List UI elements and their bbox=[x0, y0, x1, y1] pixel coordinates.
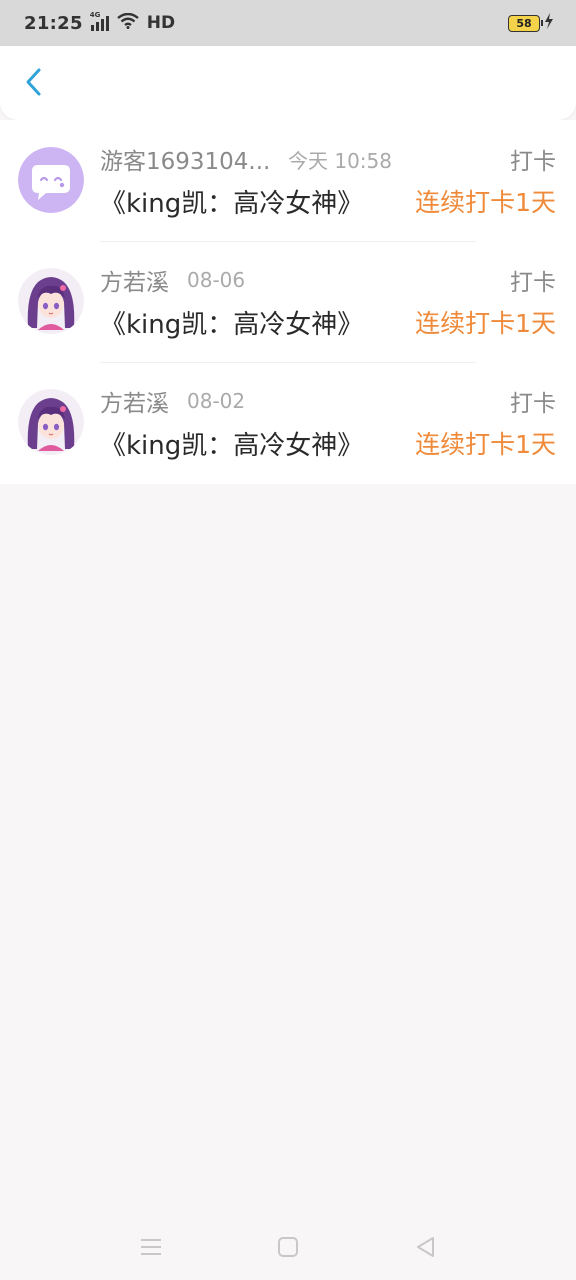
anime-girl-avatar bbox=[18, 389, 84, 455]
anime-girl-avatar bbox=[18, 268, 84, 334]
wifi-icon bbox=[117, 12, 139, 34]
user-name: 方若溪 bbox=[100, 391, 169, 417]
user-name: 方若溪 bbox=[100, 270, 169, 296]
checkin-type: 打卡 bbox=[510, 391, 556, 417]
hd-indicator: HD bbox=[146, 13, 176, 33]
chevron-left-icon bbox=[24, 66, 44, 102]
status-bar: 21:25 4G HD 58 bbox=[0, 0, 576, 46]
menu-icon bbox=[140, 1237, 162, 1261]
chat-bubble-avatar bbox=[18, 147, 84, 213]
back-triangle-icon bbox=[414, 1236, 436, 1262]
home-button[interactable] bbox=[273, 1234, 303, 1264]
home-square-icon bbox=[277, 1236, 299, 1262]
checkin-list: 游客1693104... 今天 10:58 打卡 《king凯：高冷女神》 连续… bbox=[0, 120, 576, 484]
book-title: 《king凯：高冷女神》 bbox=[100, 430, 364, 461]
streak-label: 连续打卡1天 bbox=[415, 188, 556, 217]
checkin-type: 打卡 bbox=[510, 149, 556, 175]
streak-label: 连续打卡1天 bbox=[415, 430, 556, 459]
list-item[interactable]: 游客1693104... 今天 10:58 打卡 《king凯：高冷女神》 连续… bbox=[0, 120, 576, 241]
cellular-signal-icon: 4G bbox=[90, 11, 109, 31]
system-nav-bar bbox=[0, 1220, 576, 1280]
book-title: 《king凯：高冷女神》 bbox=[100, 309, 364, 340]
battery-icon: 58 bbox=[508, 14, 543, 32]
charging-icon bbox=[544, 12, 554, 34]
user-name: 游客1693104... bbox=[100, 149, 270, 175]
book-title: 《king凯：高冷女神》 bbox=[100, 188, 364, 219]
checkin-type: 打卡 bbox=[510, 270, 556, 296]
status-time: 21:25 bbox=[24, 12, 83, 34]
back-button[interactable] bbox=[14, 64, 54, 104]
list-item[interactable]: 方若溪 08-06 打卡 《king凯：高冷女神》 连续打卡1天 bbox=[0, 241, 576, 362]
checkin-time: 08-06 bbox=[187, 268, 246, 292]
checkin-time: 今天 10:58 bbox=[288, 148, 392, 173]
checkin-time: 08-02 bbox=[187, 389, 246, 413]
page-header bbox=[0, 46, 576, 120]
battery-level: 58 bbox=[516, 16, 532, 30]
back-nav-button[interactable] bbox=[410, 1234, 440, 1264]
list-item[interactable]: 方若溪 08-02 打卡 《king凯：高冷女神》 连续打卡1天 bbox=[0, 362, 576, 483]
streak-label: 连续打卡1天 bbox=[415, 309, 556, 338]
menu-button[interactable] bbox=[136, 1234, 166, 1264]
network-type-label: 4G bbox=[89, 11, 101, 19]
